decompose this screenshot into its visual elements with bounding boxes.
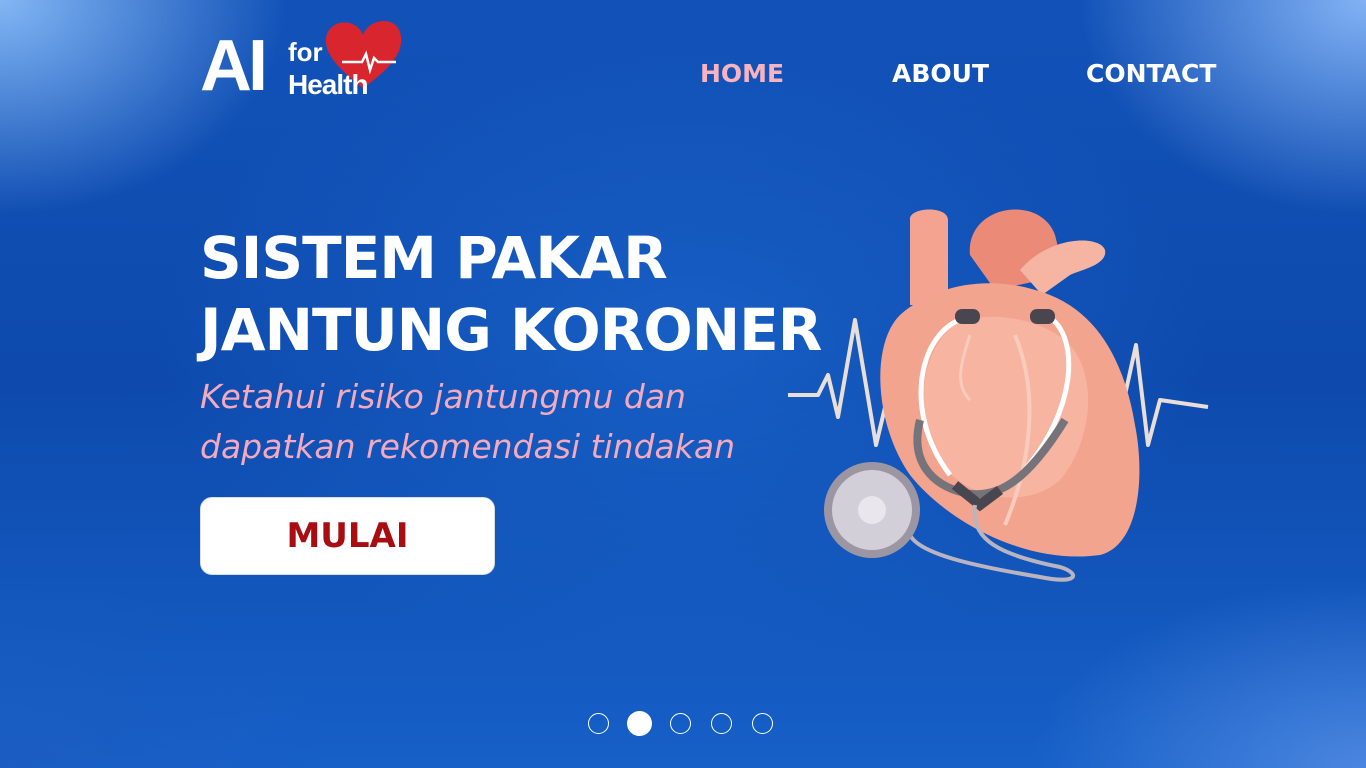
carousel-dot-4[interactable] <box>711 713 732 734</box>
hero-subtitle-line-2: dapatkan rekomendasi tindakan <box>200 427 736 466</box>
carousel-dot-3[interactable] <box>670 713 691 734</box>
header: AI for Health HOME ABOUT CONTACT <box>0 0 1366 140</box>
main-nav: HOME ABOUT CONTACT <box>0 56 1366 92</box>
hero-subtitle-line-1: Ketahui risiko jantungmu dan <box>200 377 686 416</box>
hero-title: SISTEM PAKAR JANTUNG KORONER <box>200 222 860 366</box>
hero-subtitle: Ketahui risiko jantungmu dan dapatkan re… <box>200 372 800 472</box>
stethoscope-earpiece-right <box>1030 309 1055 324</box>
nav-home[interactable]: HOME <box>700 56 784 92</box>
stethoscope-earpiece-left <box>955 309 980 324</box>
aorta <box>909 209 948 305</box>
nav-about[interactable]: ABOUT <box>892 56 989 92</box>
hero-title-line-2: JANTUNG KORONER <box>200 296 822 364</box>
stethoscope-diaphragm-center <box>858 496 886 524</box>
carousel-dot-1[interactable] <box>588 713 609 734</box>
hero-title-line-1: SISTEM PAKAR <box>200 224 668 292</box>
carousel-dot-2[interactable] <box>627 711 652 736</box>
start-button[interactable]: MULAI <box>200 497 495 575</box>
nav-contact[interactable]: CONTACT <box>1086 56 1216 92</box>
carousel-dot-5[interactable] <box>752 713 773 734</box>
heart-stethoscope-illustration <box>788 209 1209 582</box>
carousel-indicators <box>586 711 786 737</box>
